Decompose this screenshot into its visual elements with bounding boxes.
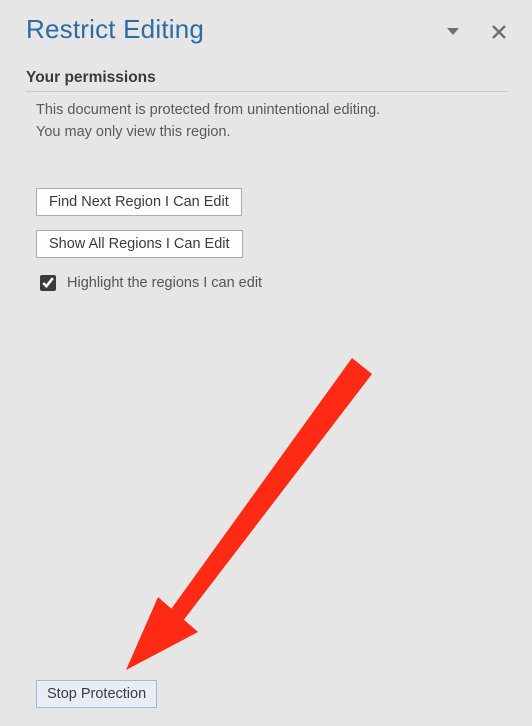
pane-options-icon[interactable] [444, 23, 462, 41]
highlight-regions-label[interactable]: Highlight the regions I can edit [67, 275, 262, 291]
pane-header-actions [444, 23, 508, 41]
permissions-line-2: You may only view this region. [36, 122, 508, 144]
close-icon[interactable] [490, 23, 508, 41]
pane-footer: Stop Protection [36, 680, 157, 708]
permissions-heading: Your permissions [26, 69, 508, 87]
highlight-regions-row: Highlight the regions I can edit [36, 272, 508, 294]
restrict-editing-pane: Restrict Editing Your permissions This d… [0, 0, 532, 726]
permissions-text: This document is protected from unintent… [26, 100, 508, 144]
permissions-line-1: This document is protected from unintent… [36, 100, 508, 122]
highlight-regions-checkbox[interactable] [40, 275, 56, 291]
region-controls: Find Next Region I Can Edit Show All Reg… [26, 188, 508, 294]
pane-title: Restrict Editing [26, 14, 204, 45]
section-divider [26, 91, 508, 92]
pane-header: Restrict Editing [26, 14, 508, 45]
stop-protection-button[interactable]: Stop Protection [36, 680, 157, 708]
find-next-region-button[interactable]: Find Next Region I Can Edit [36, 188, 242, 216]
show-all-regions-button[interactable]: Show All Regions I Can Edit [36, 230, 243, 258]
